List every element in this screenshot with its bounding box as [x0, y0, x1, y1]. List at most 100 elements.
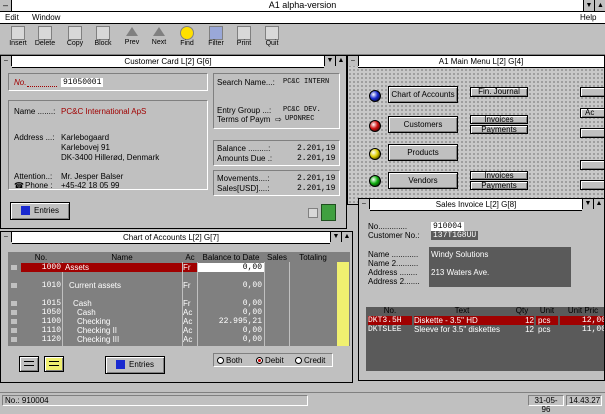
- customer-card-system-icon[interactable]: –: [1, 56, 12, 66]
- customer-card-minimize-icon[interactable]: ▼: [324, 56, 335, 66]
- customer-card-title-bar[interactable]: Customer Card L[2] G[6]: [12, 56, 324, 68]
- row-selector[interactable]: [10, 264, 18, 271]
- menu-help[interactable]: Help: [580, 12, 596, 23]
- vendors-payments-button[interactable]: Payments: [470, 181, 528, 190]
- row-selector[interactable]: [10, 282, 18, 289]
- chart-of-accounts-title-bar[interactable]: Chart of Accounts L[2] G[7]: [12, 232, 330, 244]
- table-row[interactable]: 1000 Assets Fr 0,00: [8, 263, 337, 272]
- row-no: 1000: [21, 263, 63, 272]
- chart-of-accounts-system-icon[interactable]: –: [1, 232, 12, 242]
- row-no: 1015: [41, 299, 61, 308]
- col-header-sales[interactable]: Sales: [265, 253, 289, 262]
- main-menu-right-button-1[interactable]: [580, 87, 604, 97]
- row-selector[interactable]: [10, 309, 18, 316]
- quit-button[interactable]: Quit: [261, 25, 283, 53]
- main-menu-right-button-5[interactable]: [580, 180, 604, 190]
- customer-card-maximize-icon[interactable]: ▲: [335, 56, 346, 66]
- filter-credit-label: Credit: [304, 356, 326, 365]
- line-col-header-text[interactable]: Text: [414, 306, 510, 315]
- main-menu-customers-button[interactable]: Customers: [388, 116, 458, 133]
- prev-button[interactable]: Prev: [121, 25, 143, 53]
- accounts-entries-label: Entries: [129, 360, 154, 369]
- copy-button[interactable]: Copy: [64, 25, 86, 53]
- invoice-line-row[interactable]: DKT3.5H Diskette - 3.5" HD 12 pcs 12,00: [368, 316, 604, 325]
- row-selector[interactable]: [10, 327, 18, 334]
- invoice-line-row[interactable]: DKTSLEE Sleeve for 3.5" diskettes 12 pcs…: [368, 325, 604, 334]
- terms-field[interactable]: UPONREC: [285, 115, 314, 123]
- search-name-field[interactable]: PC&C INTERN: [283, 78, 329, 86]
- align-indent-button[interactable]: [44, 356, 64, 372]
- line-col-header-qty[interactable]: Qty: [510, 306, 534, 315]
- trash-can-icon[interactable]: [321, 204, 336, 221]
- system-menu-icon[interactable]: –: [0, 0, 12, 11]
- filter-credit-option[interactable]: Credit: [295, 356, 325, 365]
- col-header-no[interactable]: No.: [21, 253, 61, 262]
- entry-group-field[interactable]: PC&C DEV.: [283, 106, 321, 114]
- main-menu-vendors-button[interactable]: Vendors: [388, 172, 458, 189]
- table-row[interactable]: 1010 Current assets Fr 0,00: [8, 281, 337, 290]
- invoice-name-field[interactable]: Windy Solutions: [431, 250, 488, 259]
- minimize-icon[interactable]: ▼: [583, 0, 594, 11]
- main-menu-products-label: Products: [407, 148, 439, 157]
- align-left-button[interactable]: [19, 356, 39, 372]
- table-row[interactable]: 1120 Checking III Ac 0,00: [8, 335, 337, 344]
- col-header-name[interactable]: Name: [63, 253, 181, 262]
- attention-field[interactable]: Mr. Jesper Balser: [61, 172, 123, 181]
- customer-address-line-2[interactable]: Karlebovej 91: [61, 143, 110, 152]
- find-button[interactable]: Find: [176, 25, 198, 53]
- main-menu-chart-of-accounts-button[interactable]: Chart of Accounts: [388, 86, 458, 103]
- main-menu-right-button-3[interactable]: [580, 128, 604, 138]
- line-col-header-unit[interactable]: Unit: [536, 306, 558, 315]
- table-row[interactable]: 1100 Checking Ac 22.995,21: [8, 317, 337, 326]
- main-menu-title-bar[interactable]: A1 Main Menu L[2] G[4]: [358, 56, 604, 68]
- row-selector[interactable]: [10, 300, 18, 307]
- table-row[interactable]: 1050 Cash Ac 0,00: [8, 308, 337, 317]
- accounts-entries-button[interactable]: Entries: [105, 356, 165, 374]
- delete-button[interactable]: Delete: [34, 25, 56, 53]
- customer-address-line-1[interactable]: Karlebogaard: [61, 133, 109, 142]
- menu-window[interactable]: Window: [32, 12, 60, 23]
- chart-of-accounts-maximize-icon[interactable]: ▲: [341, 232, 352, 242]
- line-col-header-no[interactable]: No.: [368, 306, 412, 315]
- block-button[interactable]: Block: [92, 25, 114, 53]
- main-menu-right-button-2[interactable]: Ac: [580, 108, 604, 118]
- row-selector[interactable]: [10, 336, 18, 343]
- maximize-icon[interactable]: ▲: [594, 0, 605, 11]
- chart-of-accounts-minimize-icon[interactable]: ▼: [330, 232, 341, 242]
- line-col-header-unit-price[interactable]: Unit Pric: [560, 306, 604, 315]
- customer-entries-button[interactable]: Entries: [10, 202, 70, 220]
- customer-address-line-3[interactable]: DK-3400 Hillerød, Denmark: [61, 153, 159, 162]
- invoice-address-field[interactable]: 213 Waters Ave.: [431, 268, 489, 277]
- customer-name-field[interactable]: PC&C International ApS: [61, 107, 146, 116]
- main-menu-right-button-4[interactable]: [580, 160, 604, 170]
- sales-invoice-minimize-icon[interactable]: ▼: [582, 199, 593, 209]
- sales-invoice-maximize-icon[interactable]: ▲: [593, 199, 604, 209]
- phone-field[interactable]: +45-42 18 05 99: [61, 181, 120, 190]
- col-header-balance[interactable]: Balance to Date: [198, 253, 264, 262]
- vendors-invoices-button[interactable]: Invoices: [470, 171, 528, 180]
- col-header-totaling[interactable]: Totaling: [290, 253, 336, 262]
- sales-invoice-title-bar[interactable]: Sales Invoice L[2] G[8]: [370, 199, 582, 211]
- customers-invoices-button[interactable]: Invoices: [470, 115, 528, 124]
- filter-debit-option[interactable]: Debit: [256, 356, 284, 365]
- customer-no-invoice-field[interactable]: 137T1G8UU: [431, 231, 479, 240]
- row-balance: 0,00: [242, 299, 262, 308]
- record-checkbox[interactable]: [308, 208, 318, 218]
- table-row[interactable]: 1015 Cash Fr 0,00: [8, 299, 337, 308]
- row-selector[interactable]: [10, 318, 18, 325]
- col-header-ac[interactable]: Ac: [183, 253, 197, 262]
- filter-both-option[interactable]: Both: [217, 356, 242, 365]
- invoice-no-field[interactable]: 910004: [431, 222, 464, 231]
- next-button[interactable]: Next: [148, 25, 170, 53]
- table-row[interactable]: 1110 Checking II Ac 0,00: [8, 326, 337, 335]
- insert-button[interactable]: Insert: [7, 25, 29, 53]
- filter-button[interactable]: Filter: [205, 25, 227, 53]
- fin-journal-button[interactable]: Fin. Journal: [470, 87, 528, 97]
- sales-invoice-system-icon[interactable]: –: [359, 199, 370, 209]
- customer-no-field[interactable]: 91050001: [61, 78, 104, 87]
- menu-edit[interactable]: Edit: [5, 12, 19, 23]
- main-menu-system-icon[interactable]: –: [348, 56, 359, 66]
- main-menu-products-button[interactable]: Products: [388, 144, 458, 161]
- print-button[interactable]: Print: [233, 25, 255, 53]
- customers-payments-button[interactable]: Payments: [470, 125, 528, 134]
